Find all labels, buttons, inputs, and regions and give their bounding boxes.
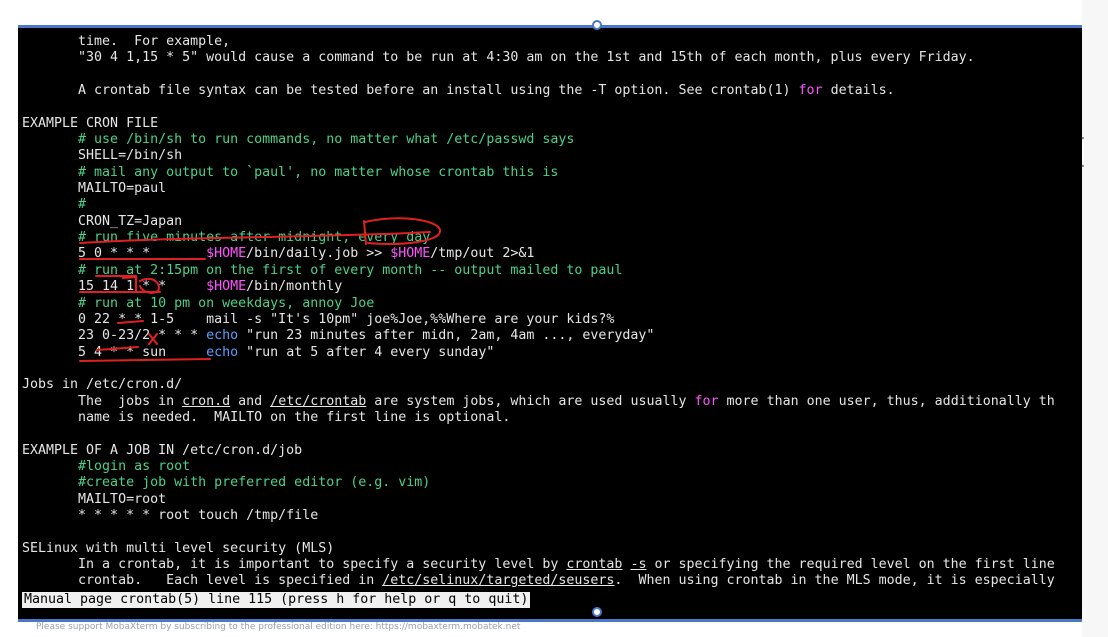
- terminal-line: CRON_TZ=Japan: [22, 214, 1082, 230]
- terminal-line: MAILTO=paul: [22, 181, 1082, 197]
- terminal-text: * * * * * root touch /tmp/file: [22, 507, 319, 523]
- terminal-text: SHELL=/bin/sh: [22, 148, 183, 164]
- terminal-line: # run at 10 pm on weekdays, annoy Joe: [22, 296, 1082, 312]
- window-edge: [1082, 0, 1108, 637]
- terminal-text: and: [230, 393, 271, 409]
- terminal-text: for: [694, 393, 719, 409]
- terminal-line: 23 0-23/2 * * * echo "run 23 minutes aft…: [22, 328, 1082, 344]
- terminal-line: The jobs in cron.d and /etc/crontab are …: [22, 394, 1082, 410]
- terminal-text: echo: [206, 344, 239, 360]
- terminal-text: In a crontab, it is important to specify…: [22, 557, 567, 572]
- terminal-text: -s: [630, 557, 647, 572]
- terminal-text: $HOME: [390, 246, 431, 262]
- terminal-line: In a crontab, it is important to specify…: [22, 557, 1082, 573]
- terminal-line: # run five minutes after midnight, every…: [22, 230, 1082, 246]
- resize-handle-top[interactable]: [592, 20, 602, 30]
- terminal-text: crontab. Each level is specified in: [22, 573, 383, 589]
- terminal-text: $HOME: [206, 246, 247, 262]
- terminal-line: MAILTO=root: [22, 492, 1082, 508]
- terminal-text: 5 4 * * sun: [22, 344, 207, 360]
- terminal-text: cron.d: [182, 393, 231, 409]
- terminal-line: "30 4 1,15 * 5" would cause a command to…: [22, 50, 1082, 66]
- terminal-text: SELinux with multi level security (MLS): [22, 540, 335, 556]
- terminal-line: 5 4 * * sun echo "run at 5 after 4 every…: [22, 345, 1082, 361]
- terminal-text: 15 14 1 * *: [22, 279, 207, 295]
- terminal-text: $HOME: [206, 279, 247, 295]
- terminal-line: EXAMPLE OF A JOB IN /etc/cron.d/job: [22, 443, 1082, 459]
- terminal-text: MAILTO=root: [22, 491, 167, 507]
- terminal-text: echo: [206, 328, 239, 344]
- terminal-line: SHELL=/bin/sh: [22, 148, 1082, 164]
- terminal-text: /etc/crontab: [270, 393, 367, 409]
- terminal-window[interactable]: time. For example, "30 4 1,15 * 5" would…: [18, 25, 1082, 622]
- terminal-text: "run at 5 after 4 every sunday": [238, 344, 495, 360]
- terminal-text: /bin/daily.job >>: [246, 246, 391, 262]
- terminal-text: "run 23 minutes after midn, 2am, 4am ...…: [238, 328, 655, 344]
- terminal-text: /bin/monthly: [246, 279, 343, 295]
- terminal-line: * * * * * root touch /tmp/file: [22, 508, 1082, 524]
- terminal-text: 5 0 * * *: [22, 246, 207, 262]
- terminal-text: EXAMPLE CRON FILE: [22, 115, 159, 131]
- terminal-text: # run five minutes after midnight, every…: [22, 230, 431, 246]
- terminal-text: The jobs in: [22, 393, 183, 409]
- terminal-line: crontab. Each level is specified in /etc…: [22, 573, 1082, 589]
- terminal-text: for: [798, 83, 823, 99]
- terminal-text: "30 4 1,15 * 5" would cause a command to…: [22, 50, 975, 66]
- terminal-line: 0 22 * * 1-5 mail -s "It's 10pm" joe%Joe…: [22, 312, 1082, 328]
- terminal-text: are system jobs, which are used usually: [366, 393, 695, 409]
- terminal-text: more than one user, thus, additionally t…: [718, 393, 1055, 409]
- terminal-text: details.: [822, 83, 895, 99]
- terminal-line: Jobs in /etc/cron.d/: [22, 377, 1082, 393]
- terminal-text: Jobs in /etc/cron.d/: [22, 377, 183, 393]
- terminal-text: # mail any output to `paul', no matter w…: [22, 164, 559, 180]
- terminal-text: time. For example,: [22, 34, 231, 49]
- terminal-text: A crontab file syntax can be tested befo…: [22, 83, 799, 99]
- terminal-text: #login as root: [22, 458, 191, 474]
- terminal-line: 15 14 1 * * $HOME/bin/monthly: [22, 279, 1082, 295]
- man-page-content: time. For example, "30 4 1,15 * 5" would…: [22, 34, 1082, 590]
- terminal-text: # use /bin/sh to run commands, no matter…: [22, 132, 575, 148]
- terminal-text: name is needed. MAILTO on the first line…: [22, 409, 511, 425]
- terminal-text: MAILTO=paul: [22, 181, 167, 197]
- terminal-text: #: [22, 197, 87, 213]
- terminal-text: 23 0-23/2 * * *: [22, 328, 207, 344]
- terminal-text: # run at 2:15pm on the first of every mo…: [22, 262, 623, 278]
- terminal-text: CRON_TZ=Japan: [22, 213, 183, 229]
- terminal-line: A crontab file syntax can be tested befo…: [22, 83, 1082, 99]
- terminal-text: or specifying the required level on the …: [646, 557, 1055, 572]
- terminal-text: . When using crontab in the MLS mode, it…: [614, 573, 1055, 589]
- terminal-line: EXAMPLE CRON FILE: [22, 116, 1082, 132]
- terminal-text: crontab: [566, 557, 623, 572]
- terminal-line: # use /bin/sh to run commands, no matter…: [22, 132, 1082, 148]
- terminal-line: #login as root: [22, 459, 1082, 475]
- footer-banner[interactable]: Please support MobaXterm by subscribing …: [36, 622, 520, 632]
- terminal-text: #create job with preferred editor (e.g. …: [22, 475, 431, 491]
- terminal-line: # mail any output to `paul', no matter w…: [22, 165, 1082, 181]
- terminal-line: time. For example,: [22, 34, 1082, 50]
- resize-handle-bottom[interactable]: [592, 607, 602, 617]
- terminal-text: /tmp/out 2>&1: [430, 246, 535, 262]
- terminal-text: 0 22 * * 1-5 mail -s "It's 10pm" joe%Joe…: [22, 311, 615, 327]
- terminal-text: EXAMPLE OF A JOB IN /etc/cron.d/job: [22, 442, 303, 458]
- terminal-line: 5 0 * * * $HOME/bin/daily.job >> $HOME/t…: [22, 246, 1082, 262]
- terminal-line: #create job with preferred editor (e.g. …: [22, 475, 1082, 491]
- terminal-line: name is needed. MAILTO on the first line…: [22, 410, 1082, 426]
- terminal-line: # run at 2:15pm on the first of every mo…: [22, 263, 1082, 279]
- terminal-line: #: [22, 197, 1082, 213]
- terminal-text: # run at 10 pm on weekdays, annoy Joe: [22, 295, 375, 311]
- terminal-line: SELinux with multi level security (MLS): [22, 541, 1082, 557]
- terminal-text: /etc/selinux/targeted/seusers: [382, 573, 615, 589]
- pager-status-line: Manual page crontab(5) line 115 (press h…: [22, 592, 531, 608]
